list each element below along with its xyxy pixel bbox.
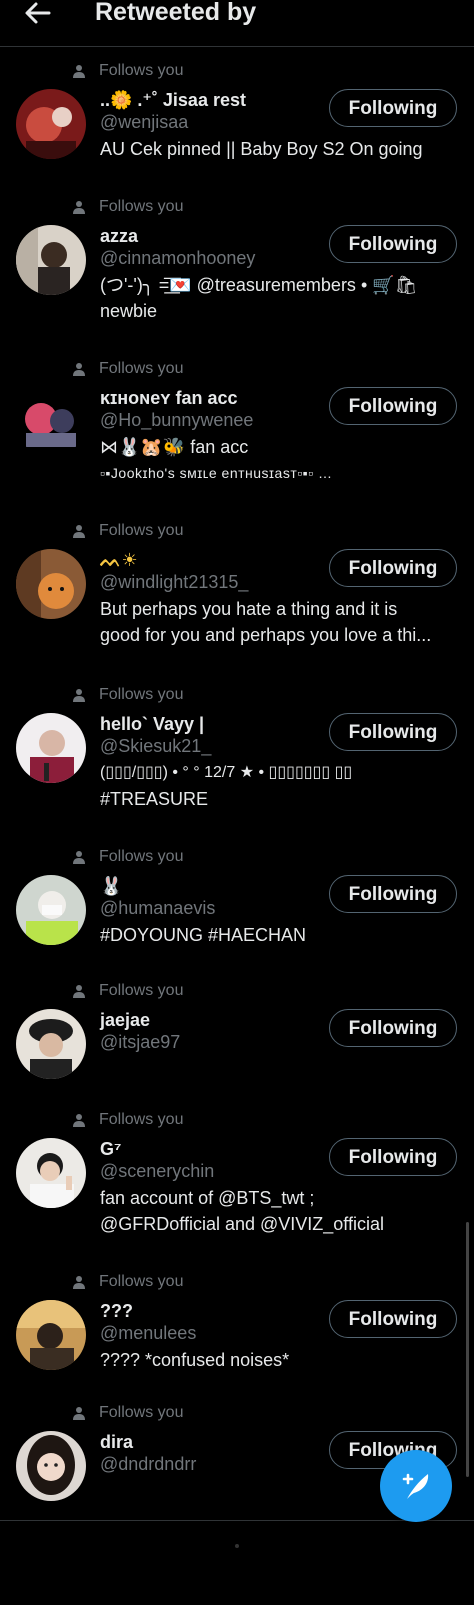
user-bio: (▯▯▯/▯▯▯) • ° ° 12/7 ★ • ▯▯▯▯▯▯▯ ▯▯ (100, 764, 353, 781)
user-bio: ▫▪Jookɪho's sмɪʟe enтнusɪasт▫▪▫ … (100, 465, 333, 481)
avatar[interactable] (16, 713, 86, 783)
compose-tweet-button[interactable] (380, 1450, 452, 1522)
user-bio: #TREASURE (100, 789, 209, 809)
user-bio: ???? *confused noises* (100, 1350, 290, 1370)
following-button[interactable]: Following (329, 549, 457, 587)
follows-you-label: Follows you (99, 1273, 184, 1290)
person-icon (73, 985, 85, 998)
follows-you-row: Follows you (72, 847, 183, 867)
follows-you-row: Follows you (72, 1272, 183, 1292)
follows-you-label: Follows you (99, 198, 184, 215)
bottom-bar (0, 1520, 474, 1605)
follows-you-label: Follows you (99, 360, 184, 377)
arrow-left-icon (25, 2, 51, 24)
avatar[interactable] (16, 225, 86, 295)
follows-you-label: Follows you (99, 62, 184, 79)
person-icon (73, 1407, 85, 1420)
user-bio: AU Cek pinned || Baby Boy S2 On going (100, 139, 423, 159)
avatar[interactable] (16, 387, 86, 457)
avatar[interactable] (16, 549, 86, 619)
back-button[interactable] (22, 0, 52, 28)
avatar[interactable] (16, 1138, 86, 1208)
follows-you-row: Follows you (72, 1110, 183, 1130)
person-icon (73, 363, 85, 376)
compose-tweet-icon (402, 1473, 429, 1499)
page-indicator-dot (235, 1544, 239, 1548)
user-bio: (つ'-')╮ =͟͟͞͞💌 @treasuremembers • 🛒🛍 (100, 275, 418, 295)
follows-you-label: Follows you (99, 522, 184, 539)
user-bio: @GFRDofficial and @VIVIZ_official (100, 1214, 384, 1234)
person-icon (73, 201, 85, 214)
user-bio: newbie (100, 301, 158, 321)
user-bio: good for you and perhaps you love a thi.… (100, 625, 432, 645)
avatar[interactable] (16, 89, 86, 159)
person-icon (73, 1276, 85, 1289)
person-icon (73, 1114, 85, 1127)
following-button[interactable]: Following (329, 1300, 457, 1338)
avatar[interactable] (16, 1431, 86, 1501)
follows-you-row: Follows you (72, 521, 183, 541)
follows-you-row: Follows you (72, 685, 183, 705)
avatar[interactable] (16, 875, 86, 945)
person-icon (73, 689, 85, 702)
follows-you-row: Follows you (72, 359, 183, 379)
person-icon (73, 851, 85, 864)
following-button[interactable]: Following (329, 1138, 457, 1176)
follows-you-label: Follows you (99, 686, 184, 703)
follows-you-row: Follows you (72, 197, 183, 217)
follows-you-label: Follows you (99, 1404, 184, 1421)
user-bio: fan account of @BTS_twt ; (100, 1188, 315, 1208)
following-button[interactable]: Following (329, 713, 457, 751)
follows-you-row: Follows you (72, 61, 183, 81)
user-bio: #DOYOUNG #HAECHAN (100, 925, 307, 945)
follows-you-label: Follows you (99, 1111, 184, 1128)
avatar[interactable] (16, 1300, 86, 1370)
person-icon (73, 525, 85, 538)
user-bio: ⋈🐰🐹🐝 fan acc (100, 437, 249, 457)
follows-you-label: Follows you (99, 848, 184, 865)
scrollbar[interactable] (466, 1222, 469, 1477)
follows-you-row: Follows you (72, 1403, 183, 1423)
follows-you-row: Follows you (72, 981, 183, 1001)
page-title: Retweeted by (95, 0, 257, 26)
follows-you-label: Follows you (99, 982, 184, 999)
following-button[interactable]: Following (329, 1009, 457, 1047)
following-button[interactable]: Following (329, 225, 457, 263)
avatar[interactable] (16, 1009, 86, 1079)
following-button[interactable]: Following (329, 387, 457, 425)
following-button[interactable]: Following (329, 89, 457, 127)
following-button[interactable]: Following (329, 875, 457, 913)
person-icon (73, 65, 85, 78)
top-app-bar: Retweeted by (0, 0, 474, 47)
user-bio: But perhaps you hate a thing and it is (100, 599, 398, 619)
